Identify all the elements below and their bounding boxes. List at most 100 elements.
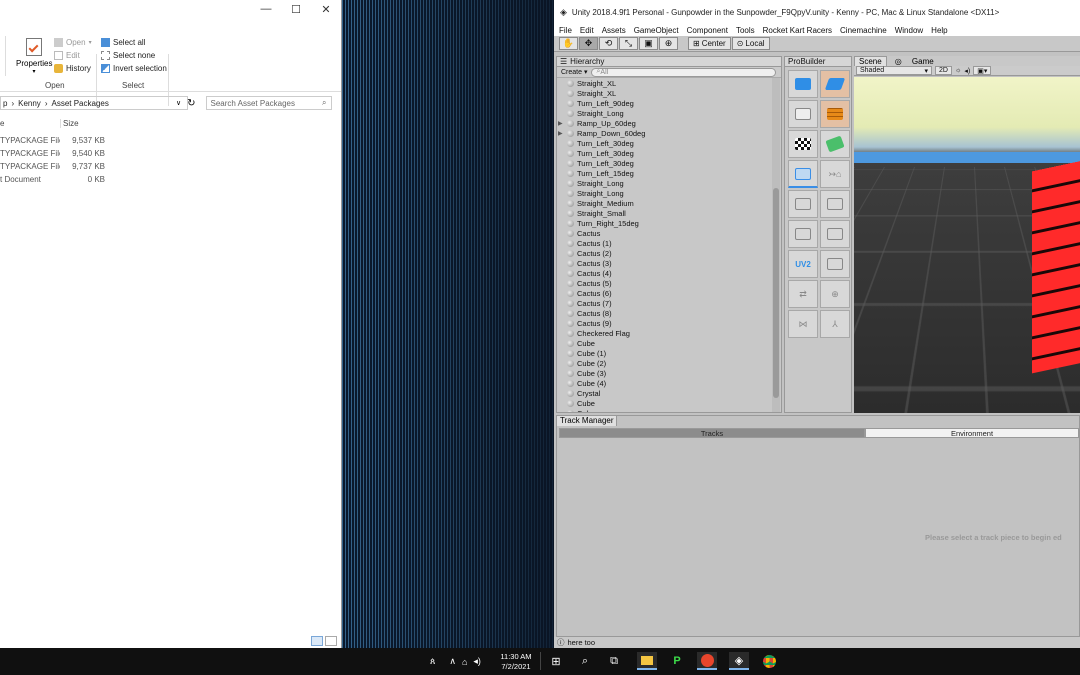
taskbar-clock[interactable]: 11:30 AM 7/2/2021 bbox=[497, 652, 535, 672]
effects-dropdown[interactable]: ▣ ▾ bbox=[973, 66, 992, 75]
probuilder-tab[interactable]: ProBuilder bbox=[785, 57, 851, 67]
hierarchy-scrollbar[interactable] bbox=[772, 78, 780, 412]
hierarchy-item[interactable]: Cube bbox=[557, 398, 773, 408]
rect-tool-button[interactable]: ▣ bbox=[639, 37, 658, 50]
scene-viewport[interactable] bbox=[854, 77, 1080, 413]
hierarchy-item[interactable]: Crystal bbox=[557, 388, 773, 398]
shading-mode-dropdown[interactable]: Shaded ▾ bbox=[856, 66, 932, 75]
breadcrumb-item[interactable]: Kenny bbox=[18, 99, 41, 108]
hierarchy-item[interactable]: Straight_XL bbox=[557, 78, 773, 88]
triangulate-button[interactable] bbox=[820, 250, 850, 278]
hierarchy-item[interactable]: Cactus (8) bbox=[557, 308, 773, 318]
pivot-local-button[interactable]: ⊙ Local bbox=[731, 37, 770, 50]
status-text[interactable]: here too bbox=[568, 638, 596, 647]
tab-scene[interactable]: Scene bbox=[854, 56, 887, 66]
breadcrumb-item[interactable]: Asset Packages bbox=[51, 99, 108, 108]
minimize-button[interactable]: — bbox=[251, 3, 281, 15]
bridge-button[interactable]: ⋈ bbox=[788, 310, 818, 338]
file-row[interactable]: TYPACKAGE File 9,537 KB bbox=[0, 134, 110, 147]
hierarchy-item[interactable]: Turn_Left_30deg bbox=[557, 138, 773, 148]
menu-cinemachine[interactable]: Cinemachine bbox=[840, 26, 887, 35]
people-icon[interactable]: ጰ bbox=[430, 656, 435, 667]
hierarchy-item[interactable]: Turn_Left_90deg bbox=[557, 98, 773, 108]
hierarchy-item[interactable]: Turn_Left_30deg bbox=[557, 148, 773, 158]
new-poly-shape-button[interactable] bbox=[820, 70, 850, 98]
create-dropdown[interactable]: Create ▾ bbox=[561, 68, 587, 76]
hierarchy-item[interactable]: Cactus (4) bbox=[557, 268, 773, 278]
menu-component[interactable]: Component bbox=[687, 26, 728, 35]
menu-tools[interactable]: Tools bbox=[736, 26, 755, 35]
hierarchy-item[interactable]: Turn_Right_15deg bbox=[557, 218, 773, 228]
chrome-icon[interactable] bbox=[759, 652, 779, 670]
menu-rocket-kart-racers[interactable]: Rocket Kart Racers bbox=[763, 26, 832, 35]
hierarchy-item[interactable]: Cube bbox=[557, 408, 773, 412]
scene-red-object[interactable] bbox=[1032, 158, 1080, 374]
uv2-button[interactable]: UV2 bbox=[788, 250, 818, 278]
hierarchy-item[interactable]: ▶ Ramp_Up_60deg bbox=[557, 118, 773, 128]
material-editor-button[interactable] bbox=[788, 100, 818, 128]
chevron-up-icon[interactable]: ∧ bbox=[449, 656, 456, 667]
weld-button[interactable] bbox=[820, 220, 850, 248]
hierarchy-item[interactable]: Turn_Left_30deg bbox=[557, 158, 773, 168]
hierarchy-item[interactable]: Cube (1) bbox=[557, 348, 773, 358]
transform-tool-button[interactable]: ⊕ bbox=[659, 37, 678, 50]
menu-gameobject[interactable]: GameObject bbox=[634, 26, 679, 35]
select-face-button[interactable] bbox=[788, 160, 818, 188]
select-none-button[interactable]: Select none bbox=[101, 49, 167, 62]
large-icons-view-icon[interactable] bbox=[325, 636, 337, 646]
lighting-icon[interactable]: ☼ bbox=[955, 67, 961, 74]
hierarchy-item[interactable]: Cactus (3) bbox=[557, 258, 773, 268]
hierarchy-item[interactable]: Cactus (9) bbox=[557, 318, 773, 328]
file-row[interactable]: t Document 0 KB bbox=[0, 173, 110, 186]
tab-tracks[interactable]: Tracks bbox=[559, 428, 865, 438]
hierarchy-search-input[interactable]: ⌕ All bbox=[591, 67, 777, 77]
hierarchy-item[interactable]: Checkered Flag bbox=[557, 328, 773, 338]
move-tool-button[interactable]: ✥ bbox=[579, 37, 598, 50]
hierarchy-item[interactable]: Cactus (7) bbox=[557, 298, 773, 308]
file-row[interactable]: TYPACKAGE File 9,737 KB bbox=[0, 160, 110, 173]
hierarchy-item[interactable]: Cactus (2) bbox=[557, 248, 773, 258]
hierarchy-item[interactable]: Cube (4) bbox=[557, 378, 773, 388]
scale-tool-button[interactable]: ⤡ bbox=[619, 37, 638, 50]
file-row[interactable]: TYPACKAGE File 9,540 KB bbox=[0, 147, 110, 160]
hierarchy-item[interactable]: Cube (2) bbox=[557, 358, 773, 368]
scrollbar-thumb[interactable] bbox=[773, 188, 779, 398]
volume-icon[interactable]: ◂) bbox=[473, 656, 481, 667]
file-explorer-icon[interactable] bbox=[637, 652, 657, 670]
menu-assets[interactable]: Assets bbox=[602, 26, 626, 35]
hierarchy-item[interactable]: Straight_XL bbox=[557, 88, 773, 98]
details-view-icon[interactable] bbox=[311, 636, 323, 646]
hand-tool-button[interactable]: ✋ bbox=[559, 37, 578, 50]
hierarchy-tab[interactable]: ☰ Hierarchy bbox=[557, 57, 781, 67]
audio-icon[interactable]: ◂) bbox=[964, 67, 970, 75]
menu-help[interactable]: Help bbox=[931, 26, 947, 35]
2d-toggle[interactable]: 2D bbox=[935, 66, 952, 75]
hierarchy-item[interactable]: Straight_Small bbox=[557, 208, 773, 218]
hierarchy-item[interactable]: Cube bbox=[557, 338, 773, 348]
rotate-tool-button[interactable]: ⟲ bbox=[599, 37, 618, 50]
track-manager-tab[interactable]: Track Manager bbox=[557, 416, 617, 426]
connect-button[interactable]: ⅄ bbox=[820, 310, 850, 338]
vertex-colors-button[interactable] bbox=[788, 130, 818, 158]
expand-arrow-icon[interactable]: ▶ bbox=[558, 120, 564, 127]
menu-edit[interactable]: Edit bbox=[580, 26, 594, 35]
network-icon[interactable]: ⌂ bbox=[462, 657, 467, 667]
menu-window[interactable]: Window bbox=[895, 26, 923, 35]
select-all-button[interactable]: Select all bbox=[101, 36, 167, 49]
browser-red-icon[interactable] bbox=[697, 652, 717, 670]
hierarchy-item[interactable]: ▶ Ramp_Down_60deg bbox=[557, 128, 773, 138]
column-size[interactable]: Size bbox=[60, 118, 105, 128]
hierarchy-item[interactable]: Cactus (5) bbox=[557, 278, 773, 288]
unity-icon[interactable]: ◈ bbox=[729, 652, 749, 670]
extrude-button[interactable]: ↣⌂ bbox=[820, 160, 850, 188]
hierarchy-item[interactable]: Straight_Long bbox=[557, 178, 773, 188]
search-input[interactable]: Search Asset Packages ⌕ bbox=[205, 96, 332, 110]
new-shape-button[interactable] bbox=[788, 70, 818, 98]
address-bar[interactable]: p › Kenny › Asset Packages bbox=[0, 96, 188, 110]
center-pivot-button[interactable]: ⊕ bbox=[820, 280, 850, 308]
merge-button[interactable] bbox=[788, 220, 818, 248]
hierarchy-item[interactable]: Cactus (1) bbox=[557, 238, 773, 248]
open-button[interactable]: Open ▾ bbox=[54, 36, 92, 49]
hierarchy-item[interactable]: Straight_Long bbox=[557, 108, 773, 118]
invert-selection-button[interactable]: Invert selection bbox=[101, 62, 167, 75]
